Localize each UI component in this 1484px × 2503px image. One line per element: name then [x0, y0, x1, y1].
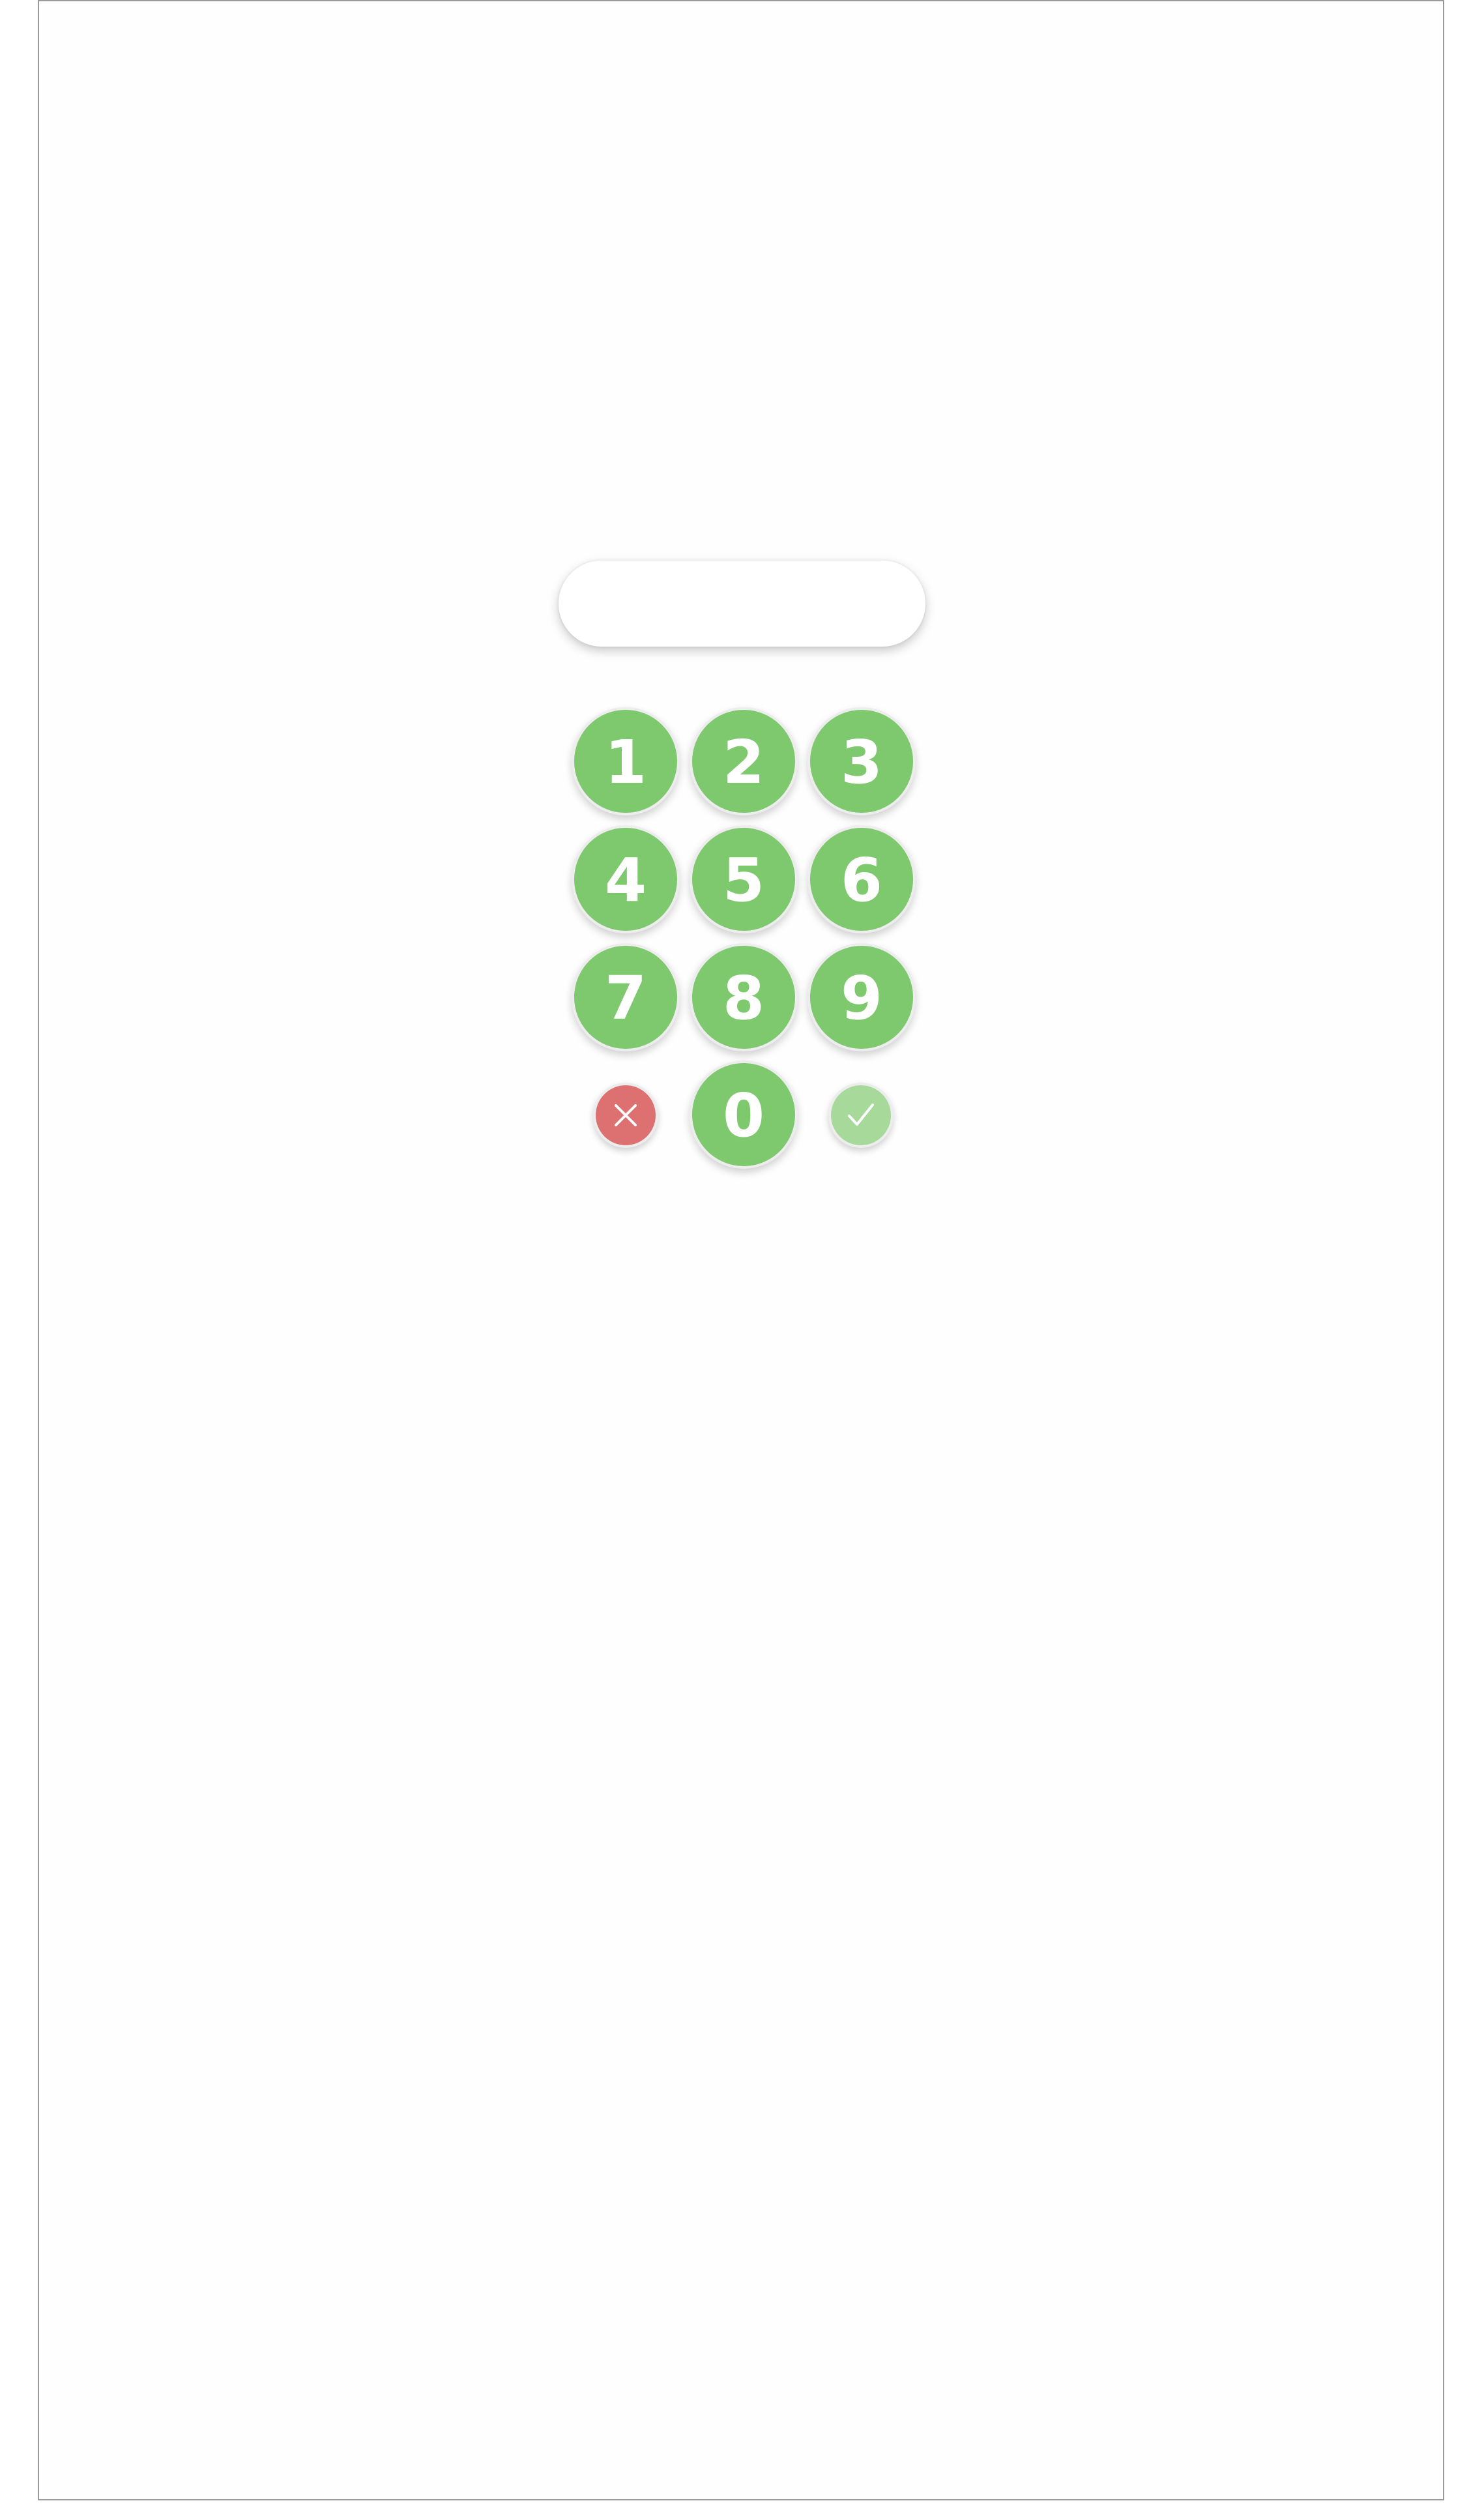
key-6[interactable]: 6 [807, 825, 916, 933]
app-frame [38, 0, 1444, 2500]
key-7[interactable]: 7 [572, 943, 680, 1051]
confirm-button[interactable] [828, 1083, 894, 1148]
key-label: 5 [722, 845, 764, 915]
key-9[interactable]: 9 [807, 943, 916, 1051]
key-label: 0 [722, 1081, 764, 1150]
key-3[interactable]: 3 [807, 707, 916, 815]
key-label: 4 [604, 845, 647, 915]
key-label: 7 [604, 963, 647, 1033]
clear-button[interactable] [593, 1083, 658, 1148]
key-1[interactable]: 1 [572, 707, 680, 815]
key-label: 6 [840, 845, 882, 915]
pin-display [559, 561, 925, 647]
close-icon [615, 1104, 637, 1126]
key-label: 8 [722, 963, 764, 1033]
key-2[interactable]: 2 [690, 707, 798, 815]
check-icon [848, 1104, 874, 1126]
key-4[interactable]: 4 [572, 825, 680, 933]
key-0[interactable]: 0 [690, 1061, 798, 1169]
key-label: 3 [840, 727, 882, 797]
key-label: 9 [840, 963, 882, 1033]
key-5[interactable]: 5 [690, 825, 798, 933]
key-8[interactable]: 8 [690, 943, 798, 1051]
key-label: 1 [604, 727, 647, 797]
key-label: 2 [722, 727, 764, 797]
